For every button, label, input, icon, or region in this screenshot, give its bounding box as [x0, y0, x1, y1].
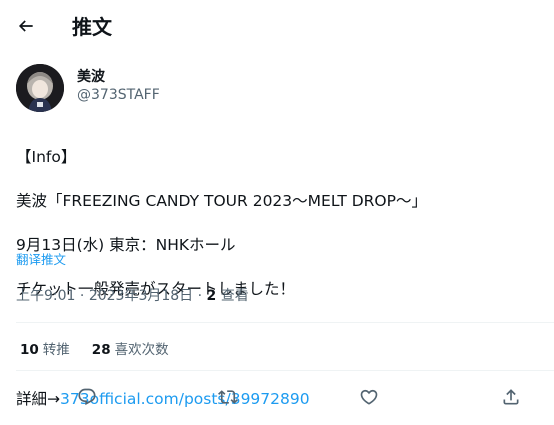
retweet-button[interactable]	[214, 383, 242, 411]
tweet-date[interactable]: 2023年3月18日	[89, 288, 193, 304]
back-button[interactable]	[10, 10, 42, 42]
tweet-line: 【Info】	[16, 148, 77, 166]
reply-button[interactable]	[73, 383, 101, 411]
tweet-time[interactable]: 上午9:01	[16, 288, 75, 304]
share-button[interactable]	[497, 383, 525, 411]
avatar[interactable]	[16, 64, 64, 112]
avatar-image	[16, 64, 64, 112]
likes-count: 28	[91, 342, 111, 358]
likes-label: 喜欢次数	[114, 342, 169, 358]
author-name[interactable]: 美波	[77, 66, 105, 86]
heart-icon	[359, 387, 379, 407]
header: 推文	[0, 0, 554, 52]
retweet-icon	[218, 387, 238, 407]
views-count: 2	[206, 288, 217, 304]
like-button[interactable]	[355, 383, 383, 411]
reply-icon	[77, 387, 97, 407]
divider	[16, 370, 554, 371]
tweet-text: 【Info】 美波「FREEZING CANDY TOUR 2023〜MELT …	[16, 124, 546, 410]
likes-stat[interactable]: 28 喜欢次数	[92, 338, 169, 358]
tweet-line: 美波「FREEZING CANDY TOUR 2023〜MELT DROP〜」	[16, 192, 427, 210]
page-title: 推文	[72, 15, 112, 39]
divider	[16, 322, 554, 323]
tweet-stats: 10 转推 28 喜欢次数	[20, 338, 169, 358]
action-bar	[0, 383, 554, 411]
retweets-label: 转推	[42, 342, 70, 358]
translate-button[interactable]: 翻译推文	[16, 249, 66, 268]
arrow-left-icon	[16, 16, 36, 36]
tweet-line: 9月13日(水) 東京：NHKホール	[16, 236, 236, 254]
tweet-meta: 上午9:01 · 2023年3月18日 · 2 查看	[16, 285, 249, 305]
author-handle[interactable]: @373STAFF	[77, 87, 160, 103]
views-label: 查看	[220, 288, 249, 304]
meta-separator: ·	[197, 288, 207, 304]
retweets-count: 10	[20, 342, 39, 358]
meta-separator: ·	[79, 288, 89, 304]
share-icon	[501, 387, 521, 407]
retweets-stat[interactable]: 10 转推	[20, 338, 70, 358]
